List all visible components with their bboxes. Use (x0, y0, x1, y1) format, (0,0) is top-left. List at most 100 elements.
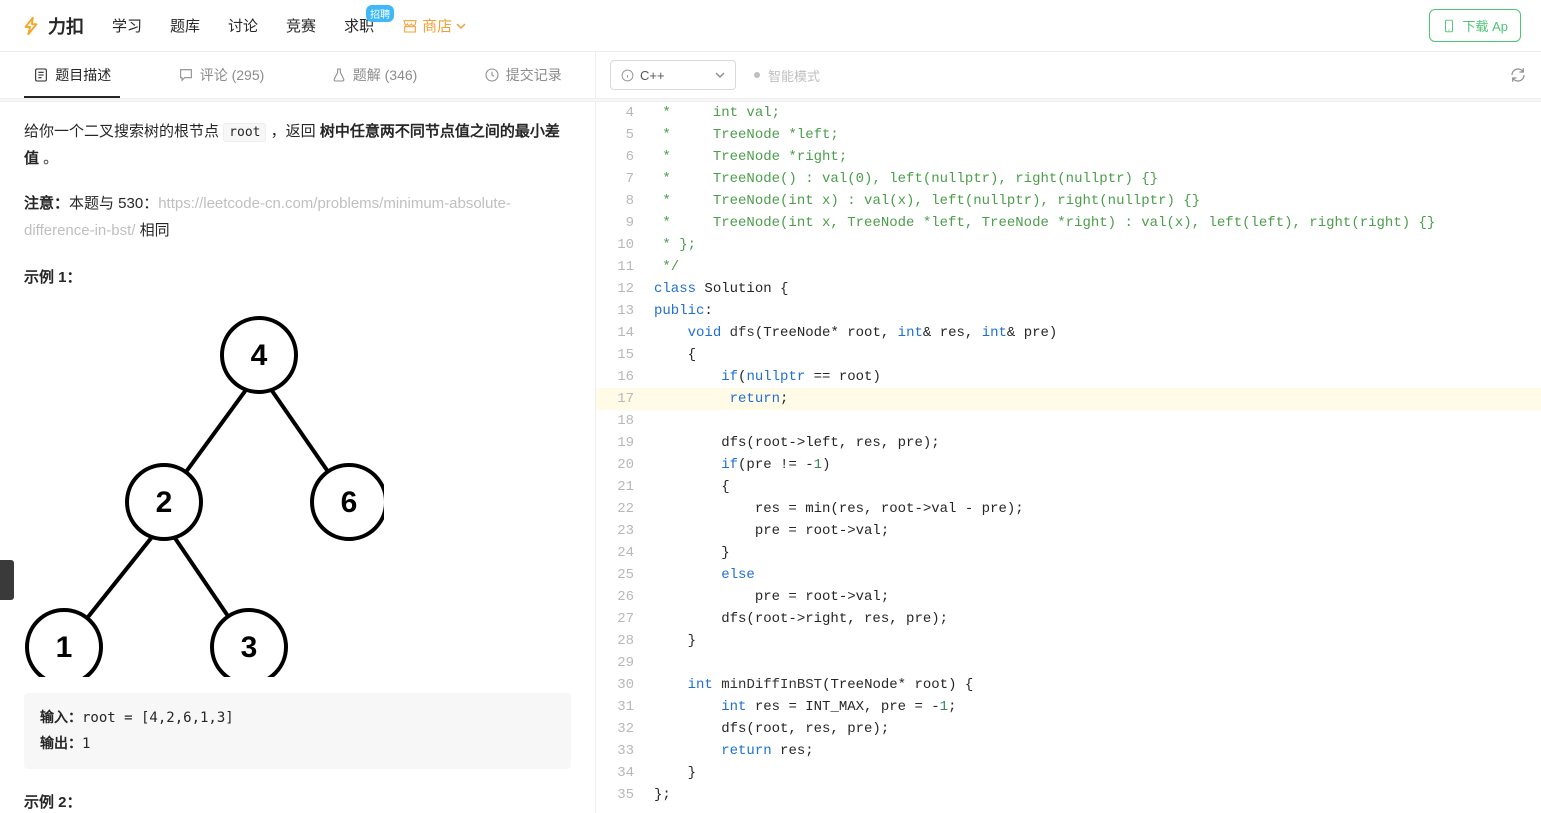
code-line[interactable]: 28 } (596, 630, 1541, 652)
code-content[interactable]: public: (648, 300, 1541, 322)
code-content[interactable]: return; (648, 388, 1541, 410)
code-content[interactable]: if(nullptr == root) (648, 366, 1541, 388)
problem-description: 给你一个二叉搜索树的根节点 root ，返回 树中任意两不同节点值之间的最小差值… (0, 102, 596, 813)
code-line[interactable]: 13public: (596, 300, 1541, 322)
code-line[interactable]: 34 } (596, 762, 1541, 784)
code-line[interactable]: 9 * TreeNode(int x, TreeNode *left, Tree… (596, 212, 1541, 234)
code-line[interactable]: 15 { (596, 344, 1541, 366)
smart-mode-toggle[interactable]: 智能模式 (754, 66, 820, 85)
text: 给你一个二叉搜索树的根节点 (24, 123, 223, 140)
tab-submissions[interactable]: 提交记录 (451, 52, 595, 98)
code-line[interactable]: 32 dfs(root, res, pre); (596, 718, 1541, 740)
line-number: 22 (596, 498, 648, 520)
nav-discuss[interactable]: 讨论 (228, 15, 258, 36)
nav-store[interactable]: 商店 (402, 15, 466, 36)
code-line[interactable]: 29 (596, 652, 1541, 674)
input-value: root = [4,2,6,1,3] (82, 710, 234, 726)
code-content[interactable]: * TreeNode() : val(0), left(nullptr), ri… (648, 168, 1541, 190)
code-content[interactable]: * TreeNode(int x) : val(x), left(nullptr… (648, 190, 1541, 212)
code-line[interactable]: 24 } (596, 542, 1541, 564)
code-content[interactable]: int res = INT_MAX, pre = -1; (648, 696, 1541, 718)
code-content[interactable]: * }; (648, 234, 1541, 256)
code-content[interactable]: * TreeNode(int x, TreeNode *left, TreeNo… (648, 212, 1541, 234)
nav-learn[interactable]: 学习 (112, 15, 142, 36)
code-content[interactable]: * int val; (648, 102, 1541, 124)
text: 本题与 530： (69, 195, 158, 212)
side-handle[interactable] (0, 560, 14, 600)
code-line[interactable]: 5 * TreeNode *left; (596, 124, 1541, 146)
code-content[interactable]: pre = root->val; (648, 520, 1541, 542)
code-line[interactable]: 18 (596, 410, 1541, 432)
code-line[interactable]: 21 { (596, 476, 1541, 498)
code-content[interactable]: return res; (648, 740, 1541, 762)
line-number: 15 (596, 344, 648, 366)
code-line[interactable]: 26 pre = root->val; (596, 586, 1541, 608)
code-line[interactable]: 6 * TreeNode *right; (596, 146, 1541, 168)
code-content[interactable]: void dfs(TreeNode* root, int& res, int& … (648, 322, 1541, 344)
code-line[interactable]: 19 dfs(root->left, res, pre); (596, 432, 1541, 454)
code-editor[interactable]: 4 * int val;5 * TreeNode *left;6 * TreeN… (596, 102, 1541, 813)
refresh-icon[interactable] (1509, 66, 1527, 84)
code-line[interactable]: 22 res = min(res, root->val - pre); (596, 498, 1541, 520)
language-select[interactable]: C++ (610, 60, 736, 90)
code-content[interactable]: }; (648, 784, 1541, 806)
code-line[interactable]: 31 int res = INT_MAX, pre = -1; (596, 696, 1541, 718)
code-line[interactable]: 25 else (596, 564, 1541, 586)
code-content[interactable]: * TreeNode *left; (648, 124, 1541, 146)
tab-description[interactable]: 题目描述 (0, 52, 144, 98)
code-line[interactable]: 20 if(pre != -1) (596, 454, 1541, 476)
code-line[interactable]: 23 pre = root->val; (596, 520, 1541, 542)
code-content[interactable]: * TreeNode *right; (648, 146, 1541, 168)
svg-text:2: 2 (156, 486, 173, 519)
download-app-button[interactable]: 下载 Ap (1429, 9, 1521, 42)
code-content[interactable]: } (648, 762, 1541, 784)
code-content[interactable]: dfs(root, res, pre); (648, 718, 1541, 740)
logo[interactable]: 力扣 (20, 13, 84, 39)
tab-comments[interactable]: 评论 (295) (144, 52, 297, 98)
code-content[interactable]: { (648, 344, 1541, 366)
code-line[interactable]: 30 int minDiffInBST(TreeNode* root) { (596, 674, 1541, 696)
code-content[interactable]: dfs(root->right, res, pre); (648, 608, 1541, 630)
code-content[interactable] (648, 652, 1541, 674)
code-content[interactable]: int minDiffInBST(TreeNode* root) { (648, 674, 1541, 696)
code-content[interactable]: res = min(res, root->val - pre); (648, 498, 1541, 520)
code-line[interactable]: 17 return; (596, 388, 1541, 410)
logo-icon (20, 15, 42, 37)
code-content[interactable]: } (648, 542, 1541, 564)
code-content[interactable]: dfs(root->left, res, pre); (648, 432, 1541, 454)
code-content[interactable]: } (648, 630, 1541, 652)
output-value: 1 (82, 736, 90, 752)
code-line[interactable]: 14 void dfs(TreeNode* root, int& res, in… (596, 322, 1541, 344)
problem-tabs: 题目描述 评论 (295) 题解 (346) 提交记录 (0, 52, 596, 98)
code-line[interactable]: 4 * int val; (596, 102, 1541, 124)
tab-solutions[interactable]: 题解 (346) (298, 52, 451, 98)
code-line[interactable]: 33 return res; (596, 740, 1541, 762)
code-line[interactable]: 16 if(nullptr == root) (596, 366, 1541, 388)
code-content[interactable]: */ (648, 256, 1541, 278)
code-line[interactable]: 27 dfs(root->right, res, pre); (596, 608, 1541, 630)
code-content[interactable]: pre = root->val; (648, 586, 1541, 608)
code-line[interactable]: 8 * TreeNode(int x) : val(x), left(nullp… (596, 190, 1541, 212)
description-icon (33, 67, 49, 83)
smart-mode-label: 智能模式 (768, 66, 820, 85)
line-number: 25 (596, 564, 648, 586)
problem-note: 注意：本题与 530：https://leetcode-cn.com/probl… (24, 190, 571, 244)
line-number: 7 (596, 168, 648, 190)
code-content[interactable]: class Solution { (648, 278, 1541, 300)
code-line[interactable]: 35}; (596, 784, 1541, 806)
code-content[interactable]: { (648, 476, 1541, 498)
code-content[interactable]: else (648, 564, 1541, 586)
code-line[interactable]: 11 */ (596, 256, 1541, 278)
tab-description-label: 题目描述 (55, 65, 111, 85)
svg-text:1: 1 (56, 631, 73, 664)
code-line[interactable]: 12class Solution { (596, 278, 1541, 300)
line-number: 5 (596, 124, 648, 146)
nav-jobs[interactable]: 求职 招聘 (344, 15, 374, 36)
line-number: 13 (596, 300, 648, 322)
code-line[interactable]: 7 * TreeNode() : val(0), left(nullptr), … (596, 168, 1541, 190)
code-content[interactable] (648, 410, 1541, 432)
nav-contest[interactable]: 竞赛 (286, 15, 316, 36)
code-line[interactable]: 10 * }; (596, 234, 1541, 256)
nav-problems[interactable]: 题库 (170, 15, 200, 36)
code-content[interactable]: if(pre != -1) (648, 454, 1541, 476)
